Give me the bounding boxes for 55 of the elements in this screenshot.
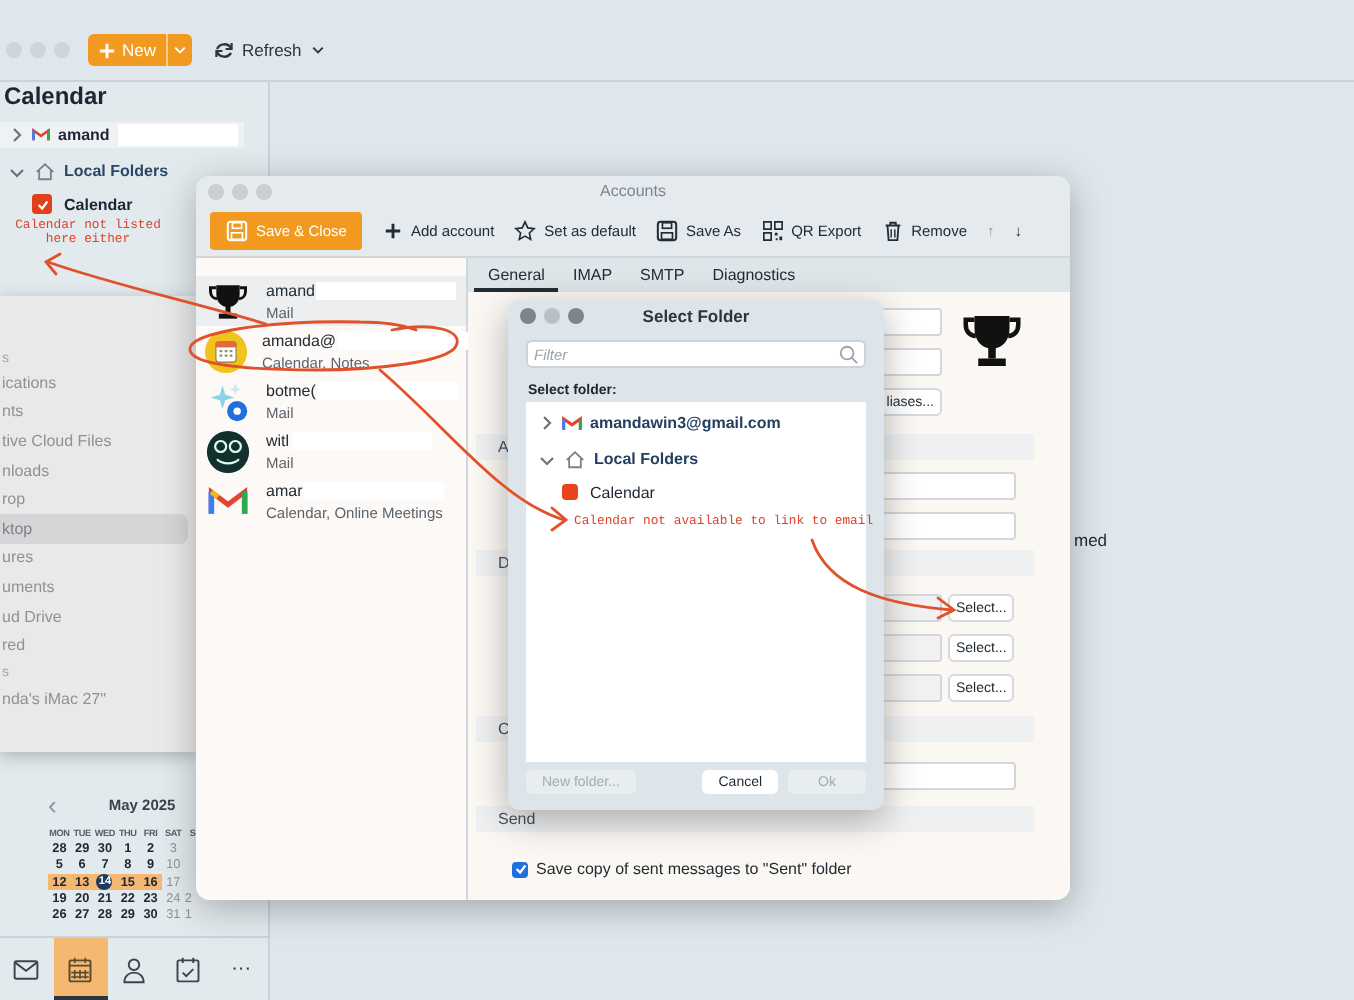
account-name: amand [266, 281, 315, 299]
account-name: amanda@ [262, 331, 337, 349]
save-icon [656, 220, 679, 242]
checkbox[interactable] [32, 194, 52, 214]
refresh-button[interactable]: Refresh [208, 40, 332, 60]
chevron-icon [8, 163, 26, 179]
trash-icon [881, 220, 904, 242]
more-tab[interactable]: ··· [214, 938, 268, 1000]
qr-code-icon [761, 220, 784, 242]
sidebar-title: Calendar [2, 82, 109, 114]
folder-group-item[interactable]: Local Folders [0, 158, 175, 184]
star-icon [514, 220, 537, 242]
mail-icon [12, 955, 41, 983]
gmail-icon [32, 126, 50, 144]
account-name: amar [266, 481, 303, 499]
gmail-icon [562, 413, 582, 433]
chevron-icon [538, 414, 554, 432]
trophy-avatar-icon [208, 279, 248, 323]
tab[interactable]: SMTP [626, 258, 699, 292]
tab[interactable]: IMAP [558, 258, 627, 292]
tab[interactable]: Diagnostics [698, 258, 810, 292]
window-controls-icon [206, 182, 274, 202]
section-header: Send [476, 806, 1034, 832]
calendar-item[interactable]: Calendar [0, 194, 139, 214]
save-icon [226, 220, 248, 242]
calendar-tab[interactable] [53, 938, 108, 1000]
window-controls-icon [518, 306, 586, 326]
plus-icon [384, 222, 403, 240]
person-icon [119, 955, 148, 983]
plus-icon [98, 41, 116, 59]
calendar-icon [66, 955, 95, 983]
checkbox-label: Save copy of sent messages to "Sent" folder [536, 860, 852, 878]
account-name: botme( [266, 381, 316, 399]
check-icon [513, 862, 527, 876]
folder-item[interactable]: amandawin3@gmail.com [526, 408, 866, 438]
chevron-icon [8, 126, 24, 144]
chevron-icon [538, 451, 556, 467]
window-title: Accounts [600, 182, 666, 200]
check-icon [35, 197, 49, 211]
house-icon [564, 448, 586, 470]
account-item[interactable]: amand [0, 122, 244, 148]
sparkle-avatar-icon [206, 379, 250, 423]
dialog-title: Select Folder [642, 305, 750, 325]
calendar-avatar-icon [204, 329, 248, 373]
dark-avatar-icon [206, 429, 250, 473]
caret-icon [172, 42, 189, 58]
tab[interactable]: General [474, 258, 559, 292]
house-icon [34, 160, 56, 182]
account-name: witl [266, 431, 290, 449]
task-calendar-icon [173, 955, 202, 983]
folder-item[interactable]: Calendar [526, 480, 866, 504]
caret-icon [309, 42, 326, 58]
search-icon [838, 344, 858, 364]
label-text: med [1074, 530, 1108, 550]
refresh-icon [214, 40, 235, 60]
